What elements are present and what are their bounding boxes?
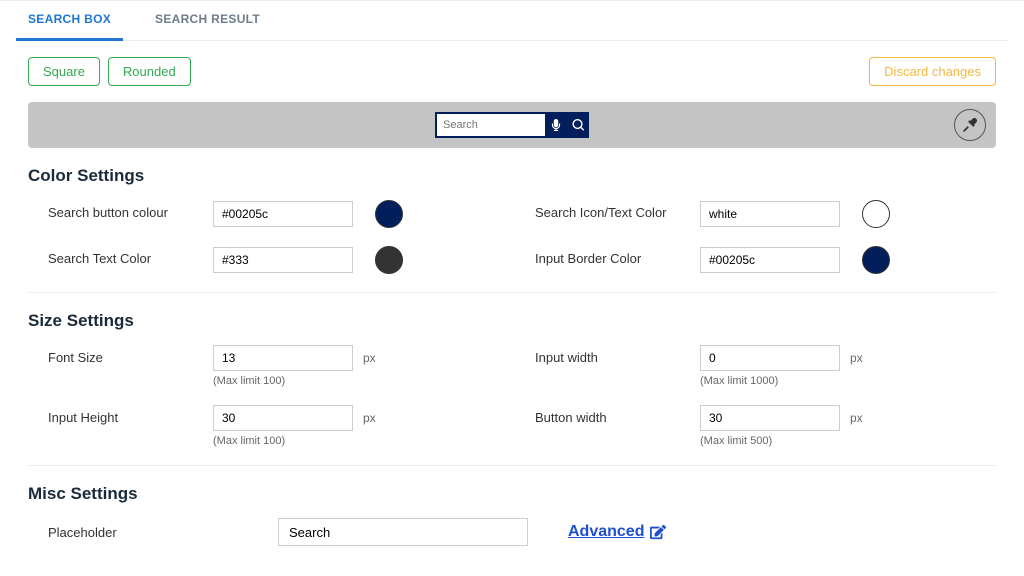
mic-icon	[551, 119, 561, 131]
advanced-link[interactable]: Advanced	[568, 523, 666, 541]
search-widget	[435, 112, 589, 138]
input-button-width[interactable]	[700, 405, 840, 431]
input-input-border-color[interactable]	[700, 247, 840, 273]
tab-search-result[interactable]: SEARCH RESULT	[143, 1, 272, 41]
edit-icon	[650, 524, 666, 540]
search-button[interactable]	[567, 112, 589, 138]
search-preview-bar	[28, 102, 996, 148]
unit-input-height: px	[363, 411, 376, 425]
eyedropper-icon	[963, 118, 977, 132]
label-input-width: Input width	[535, 345, 690, 365]
tabs: SEARCH BOX SEARCH RESULT	[16, 1, 1008, 41]
label-search-icon-text-color: Search Icon/Text Color	[535, 200, 690, 220]
swatch-search-button-colour[interactable]	[375, 200, 403, 228]
hint-input-width: (Max limit 1000)	[700, 375, 863, 387]
swatch-search-icon-text-color[interactable]	[862, 200, 890, 228]
mic-button[interactable]	[545, 112, 567, 138]
input-search-button-colour[interactable]	[213, 201, 353, 227]
hint-input-height: (Max limit 100)	[213, 435, 376, 447]
input-input-width[interactable]	[700, 345, 840, 371]
hint-font-size: (Max limit 100)	[213, 375, 376, 387]
input-input-height[interactable]	[213, 405, 353, 431]
input-placeholder[interactable]	[278, 518, 528, 546]
square-button[interactable]: Square	[28, 57, 100, 86]
rounded-button[interactable]: Rounded	[108, 57, 191, 86]
label-input-border-color: Input Border Color	[535, 246, 690, 266]
label-input-height: Input Height	[48, 405, 203, 425]
label-font-size: Font Size	[48, 345, 203, 365]
label-search-button-colour: Search button colour	[48, 200, 203, 220]
swatch-search-text-color[interactable]	[375, 246, 403, 274]
hint-button-width: (Max limit 500)	[700, 435, 863, 447]
unit-input-width: px	[850, 351, 863, 365]
input-search-text-color[interactable]	[213, 247, 353, 273]
advanced-link-text: Advanced	[568, 523, 644, 541]
input-font-size[interactable]	[213, 345, 353, 371]
preview-search-input[interactable]	[435, 112, 545, 138]
tab-search-box[interactable]: SEARCH BOX	[16, 1, 123, 41]
label-button-width: Button width	[535, 405, 690, 425]
label-placeholder: Placeholder	[48, 525, 238, 540]
unit-button-width: px	[850, 411, 863, 425]
swatch-input-border-color[interactable]	[862, 246, 890, 274]
unit-font-size: px	[363, 351, 376, 365]
search-icon	[572, 119, 584, 131]
misc-settings-heading: Misc Settings	[28, 484, 996, 504]
input-search-icon-text-color[interactable]	[700, 201, 840, 227]
label-search-text-color: Search Text Color	[48, 246, 203, 266]
discard-changes-button[interactable]: Discard changes	[869, 57, 996, 86]
eyedropper-button[interactable]	[954, 109, 986, 141]
size-settings-heading: Size Settings	[28, 311, 996, 331]
color-settings-heading: Color Settings	[28, 166, 996, 186]
